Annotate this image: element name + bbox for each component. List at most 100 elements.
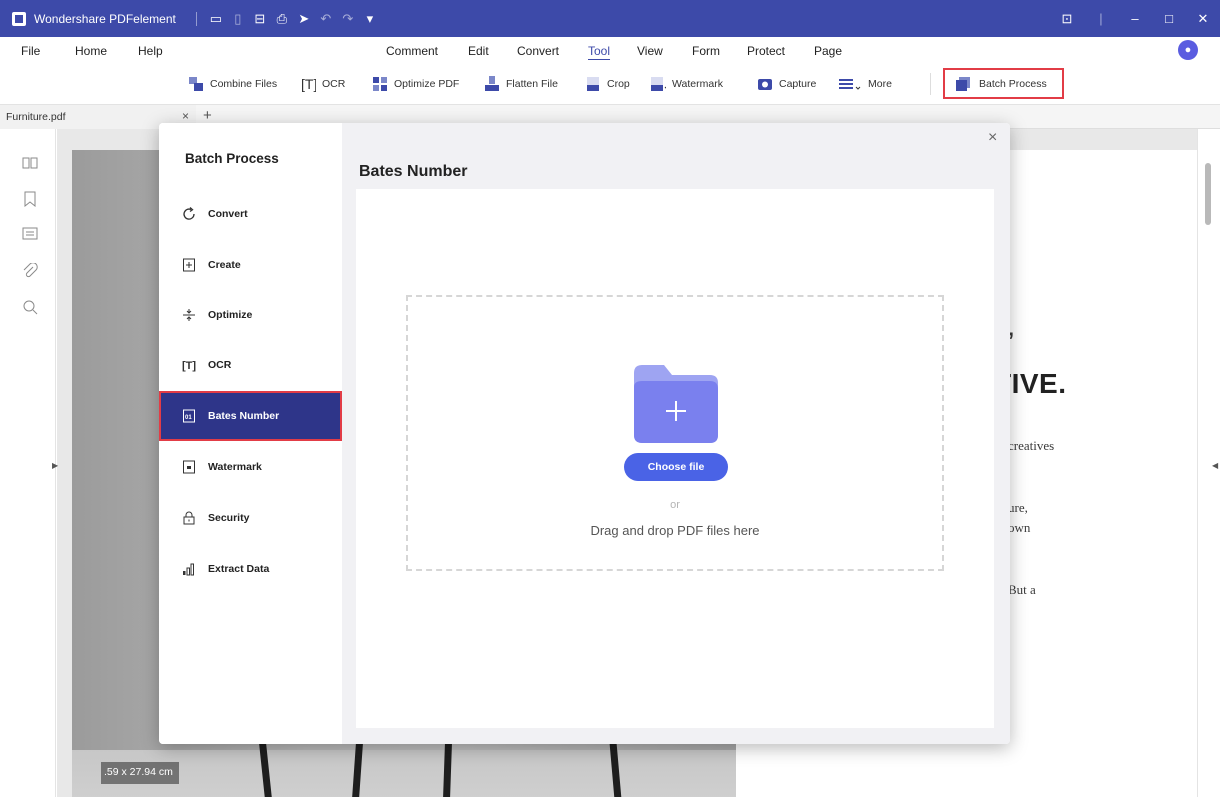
feedback-icon[interactable]: ⊡ xyxy=(1050,11,1084,27)
capture-label: Capture xyxy=(779,78,817,90)
create-icon xyxy=(182,258,196,272)
batch-item-ocr[interactable]: [T] OCR xyxy=(159,340,342,390)
dropdown-icon[interactable]: ▾ xyxy=(359,11,381,27)
svg-text:[T]: [T] xyxy=(182,360,196,372)
menu-tool[interactable]: Tool xyxy=(588,44,610,58)
menu-convert[interactable]: Convert xyxy=(517,44,559,58)
or-separator: or xyxy=(670,499,680,511)
watermark-icon xyxy=(650,76,666,92)
combine-files-button[interactable]: Combine Files xyxy=(188,76,277,92)
ocr-button[interactable]: [T] OCR xyxy=(300,76,345,92)
folder-add-icon xyxy=(634,365,718,443)
search-icon[interactable] xyxy=(22,299,38,315)
menu-home[interactable]: Home xyxy=(75,44,107,58)
document-line: own xyxy=(1008,520,1031,535)
batch-item-extract-data[interactable]: Extract Data xyxy=(159,544,342,594)
choose-file-button[interactable]: Choose file xyxy=(624,453,728,481)
optimize-pdf-button[interactable]: Optimize PDF xyxy=(372,76,459,92)
batch-item-label: Optimize xyxy=(208,309,253,321)
ocr-icon: [T] xyxy=(300,76,316,92)
close-tab-icon[interactable]: × xyxy=(182,109,189,123)
batch-item-label: OCR xyxy=(208,359,232,371)
batch-process-label: Batch Process xyxy=(979,77,1047,90)
batch-item-watermark[interactable]: Watermark xyxy=(159,442,342,492)
collapse-right-panel-icon[interactable]: ◀ xyxy=(1212,461,1218,470)
extract-data-icon xyxy=(182,562,196,576)
menu-edit[interactable]: Edit xyxy=(468,44,489,58)
flatten-file-button[interactable]: Flatten File xyxy=(484,76,558,92)
ocr-icon: [T] xyxy=(182,358,196,372)
combine-files-icon xyxy=(188,76,204,92)
combine-files-label: Combine Files xyxy=(210,78,278,90)
menu-protect[interactable]: Protect xyxy=(747,44,785,58)
convert-icon xyxy=(182,207,196,221)
more-icon xyxy=(838,76,862,92)
bookmark-icon[interactable] xyxy=(22,191,38,208)
batch-item-bates-number[interactable]: 01 Bates Number xyxy=(159,391,342,441)
scrollbar-thumb[interactable] xyxy=(1205,163,1211,225)
batch-sidebar: Batch Process Convert Create Optimize [T… xyxy=(159,123,342,744)
batch-item-label: Security xyxy=(208,512,250,524)
title-bar: Wondershare PDFelement ▭ ▯ ⊟ ⎙ ➤ ↶ ↷ ▾ ⊡… xyxy=(0,0,1220,37)
menu-view[interactable]: View xyxy=(637,44,663,58)
add-tab-icon[interactable]: + xyxy=(203,107,212,124)
menu-bar: File Home Help Comment Edit Convert Tool… xyxy=(0,37,1220,65)
open-folder-icon[interactable]: ▭ xyxy=(205,11,227,27)
app-window: Wondershare PDFelement ▭ ▯ ⊟ ⎙ ➤ ↶ ↷ ▾ ⊡… xyxy=(0,0,1220,797)
batch-process-button[interactable]: Batch Process xyxy=(943,68,1064,99)
save-icon[interactable]: ⊟ xyxy=(249,11,271,27)
menu-form[interactable]: Form xyxy=(692,44,720,58)
page-size-label: .59 x 27.94 cm xyxy=(101,762,179,784)
panel-title: Bates Number xyxy=(359,163,468,180)
redo-icon[interactable]: ↷ xyxy=(337,11,359,27)
more-label: More xyxy=(868,78,892,90)
divider: | xyxy=(1099,11,1103,26)
window-controls: ⊡ | – □ ✕ xyxy=(1050,0,1220,37)
tab-label: Furniture.pdf xyxy=(6,111,66,123)
attachment-icon[interactable] xyxy=(22,262,38,279)
comment-icon[interactable] xyxy=(22,227,38,243)
batch-item-security[interactable]: Security xyxy=(159,493,342,543)
flatten-file-icon xyxy=(484,76,500,92)
user-avatar-icon[interactable]: ● xyxy=(1178,40,1198,60)
capture-icon xyxy=(757,76,773,92)
close-icon[interactable]: ✕ xyxy=(1186,11,1220,27)
bates-number-icon: 01 xyxy=(182,409,196,423)
menu-help[interactable]: Help xyxy=(138,44,163,58)
crop-label: Crop xyxy=(607,78,630,90)
batch-item-label: Extract Data xyxy=(208,563,270,575)
crop-icon xyxy=(585,76,601,92)
print-icon[interactable]: ⎙ xyxy=(271,11,293,27)
batch-item-label: Create xyxy=(208,259,241,271)
optimize-pdf-label: Optimize PDF xyxy=(394,78,460,90)
batch-item-create[interactable]: Create xyxy=(159,240,342,290)
svg-text:01: 01 xyxy=(185,415,192,421)
undo-icon[interactable]: ↶ xyxy=(315,11,337,27)
minimize-icon[interactable]: – xyxy=(1118,11,1152,26)
capture-button[interactable]: Capture xyxy=(757,76,816,92)
more-button[interactable]: More xyxy=(838,76,892,92)
left-panel xyxy=(0,129,56,797)
menu-page[interactable]: Page xyxy=(814,44,842,58)
watermark-button[interactable]: Watermark xyxy=(650,76,723,92)
batch-item-optimize[interactable]: Optimize xyxy=(159,290,342,340)
menu-comment[interactable]: Comment xyxy=(386,44,438,58)
batch-content-pane: Bates Number × Choose file or Drag and d… xyxy=(342,123,1010,744)
drag-drop-hint: Drag and drop PDF files here xyxy=(590,523,760,538)
forward-icon[interactable]: ➤ xyxy=(293,11,315,27)
maximize-icon[interactable]: □ xyxy=(1152,11,1186,26)
menu-file[interactable]: File xyxy=(21,44,40,58)
thumbnails-icon[interactable] xyxy=(22,155,38,171)
file-drop-zone[interactable]: Choose file or Drag and drop PDF files h… xyxy=(406,295,944,571)
close-dialog-icon[interactable]: × xyxy=(988,129,997,147)
batch-item-convert[interactable]: Convert xyxy=(159,189,342,239)
new-doc-icon[interactable]: ▯ xyxy=(227,11,249,27)
watermark-label: Watermark xyxy=(672,78,723,90)
toolbar-divider xyxy=(930,73,931,95)
app-name: Wondershare PDFelement xyxy=(34,11,176,26)
batch-process-icon xyxy=(955,76,971,92)
flatten-file-label: Flatten File xyxy=(506,78,558,90)
expand-panel-icon[interactable]: ▶ xyxy=(52,461,58,470)
optimize-pdf-icon xyxy=(372,76,388,92)
crop-button[interactable]: Crop xyxy=(585,76,630,92)
